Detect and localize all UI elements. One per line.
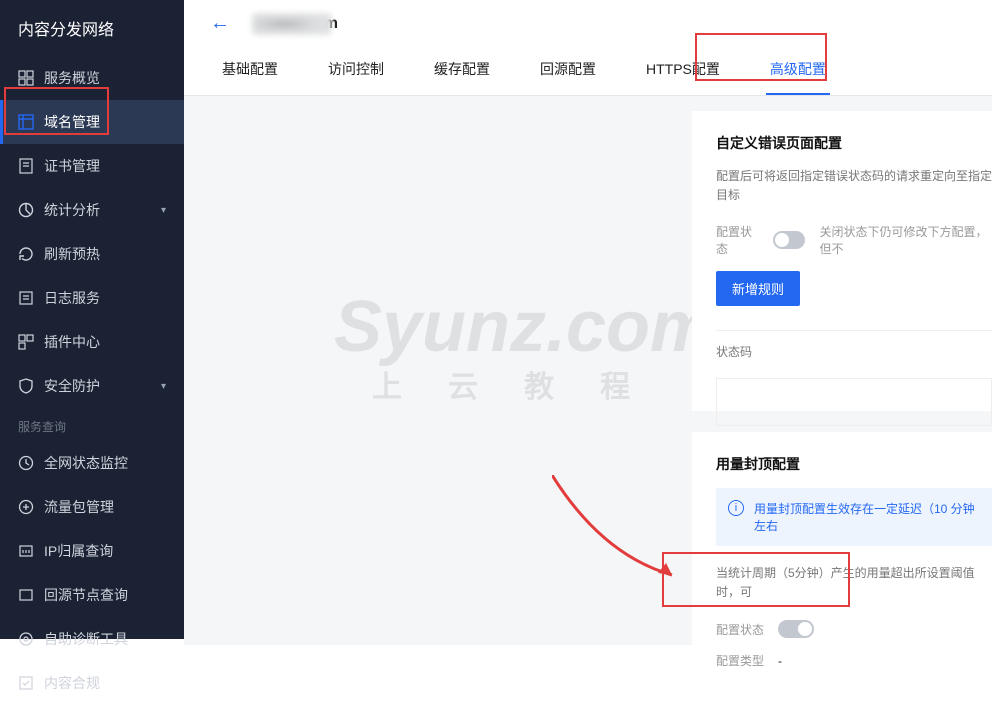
log-icon: [18, 290, 34, 306]
clock-icon: [18, 455, 34, 471]
usage-status-toggle[interactable]: [778, 620, 814, 638]
flow-icon: [18, 499, 34, 515]
sidebar-item-netstatus[interactable]: 全网状态监控: [0, 441, 184, 485]
sidebar-item-security[interactable]: 安全防护 ▾: [0, 364, 184, 408]
grid-icon: [18, 70, 34, 86]
diag-icon: [18, 631, 34, 647]
table-empty: [716, 378, 992, 426]
tab-origin[interactable]: 回源配置: [536, 45, 600, 95]
sidebar-item-overview[interactable]: 服务概览: [0, 56, 184, 100]
card-desc: 当统计周期（5分钟）产生的用量超出所设置阈值时，可: [716, 564, 992, 602]
status-label: 配置状态: [716, 621, 764, 638]
sidebar-item-label: 日志服务: [44, 288, 100, 308]
card-title: 用量封顶配置: [716, 454, 992, 474]
sidebar-item-plugin[interactable]: 插件中心: [0, 320, 184, 364]
add-rule-button[interactable]: 新增规则: [716, 271, 800, 306]
info-icon: i: [728, 500, 744, 516]
status-label: 配置状态: [716, 223, 759, 257]
sidebar-item-label: 插件中心: [44, 332, 100, 352]
status-hint: 关闭状态下仍可修改下方配置，但不: [819, 223, 992, 257]
tabbar: 基础配置 访问控制 缓存配置 回源配置 HTTPS配置 高级配置: [184, 45, 992, 96]
chevron-down-icon: ▾: [161, 205, 166, 216]
table-col-status-code: 状态码: [716, 330, 992, 372]
sidebar-item-label: 安全防护: [44, 376, 100, 396]
sidebar-item-label: 回源节点查询: [44, 585, 128, 605]
sidebar-item-label: 流量包管理: [44, 497, 114, 517]
main: ← om 基础配置 访问控制 缓存配置 回源配置 HTTPS配置 高级配置 Sy…: [184, 0, 992, 639]
tab-cache[interactable]: 缓存配置: [430, 45, 494, 95]
chevron-down-icon: ▾: [161, 381, 166, 392]
sidebar-item-label: IP归属查询: [44, 541, 113, 561]
tab-access[interactable]: 访问控制: [324, 45, 388, 95]
status-toggle[interactable]: [773, 231, 805, 249]
sidebar-item-cert[interactable]: 证书管理: [0, 144, 184, 188]
sidebar-item-ip[interactable]: IP归属查询: [0, 529, 184, 573]
sidebar-item-label: 域名管理: [44, 112, 100, 132]
card-usage-cap: 用量封顶配置 i 用量封顶配置生效存在一定延迟（10 分钟左右 当统计周期（5分…: [692, 432, 992, 652]
sidebar-title: 内容分发网络: [0, 0, 184, 56]
domain-name-blurred: [252, 13, 332, 35]
plugin-icon: [18, 334, 34, 350]
check-icon: [18, 675, 34, 691]
sidebar-item-log[interactable]: 日志服务: [0, 276, 184, 320]
content: Syunz.com 上云教程 自定义错误页面配置 配置后可将返回指定错误状态码的…: [184, 96, 992, 645]
sidebar-item-stats[interactable]: 统计分析 ▾: [0, 188, 184, 232]
tab-basic[interactable]: 基础配置: [218, 45, 282, 95]
type-label: 配置类型: [716, 652, 764, 669]
card-desc: 配置后可将返回指定错误状态码的请求重定向至指定目标: [716, 167, 992, 205]
card-title: 自定义错误页面配置: [716, 133, 992, 153]
header: ← om: [184, 0, 992, 45]
sidebar-item-refresh[interactable]: 刷新预热: [0, 232, 184, 276]
sidebar-item-label: 统计分析: [44, 200, 100, 220]
sidebar-item-traffic[interactable]: 流量包管理: [0, 485, 184, 529]
sidebar-group-label: 服务查询: [0, 408, 184, 441]
back-arrow-icon[interactable]: ←: [210, 12, 230, 35]
sidebar-item-diag[interactable]: 自助诊断工具: [0, 617, 184, 661]
sidebar-item-label: 全网状态监控: [44, 453, 128, 473]
sidebar-item-label: 自助诊断工具: [44, 629, 128, 649]
tab-https[interactable]: HTTPS配置: [642, 45, 724, 95]
sidebar: 内容分发网络 服务概览 域名管理 证书管理 统计分析 ▾ 刷新预热: [0, 0, 184, 639]
ip-icon: [18, 543, 34, 559]
chart-icon: [18, 202, 34, 218]
node-icon: [18, 587, 34, 603]
shield-icon: [18, 378, 34, 394]
refresh-icon: [18, 246, 34, 262]
sidebar-item-label: 证书管理: [44, 156, 100, 176]
info-text: 用量封顶配置生效存在一定延迟（10 分钟左右: [754, 500, 980, 534]
sidebar-item-label: 刷新预热: [44, 244, 100, 264]
sidebar-item-label: 服务概览: [44, 68, 100, 88]
cert-icon: [18, 158, 34, 174]
globe-icon: [18, 114, 34, 130]
sidebar-item-compliance[interactable]: 内容合规: [0, 661, 184, 705]
type-value: -: [778, 654, 782, 668]
sidebar-item-origin[interactable]: 回源节点查询: [0, 573, 184, 617]
tab-advanced[interactable]: 高级配置: [766, 45, 830, 95]
sidebar-item-domain[interactable]: 域名管理: [0, 100, 184, 144]
card-custom-error: 自定义错误页面配置 配置后可将返回指定错误状态码的请求重定向至指定目标 配置状态…: [692, 111, 992, 411]
sidebar-item-label: 内容合规: [44, 673, 100, 693]
info-banner: i 用量封顶配置生效存在一定延迟（10 分钟左右: [716, 488, 992, 546]
